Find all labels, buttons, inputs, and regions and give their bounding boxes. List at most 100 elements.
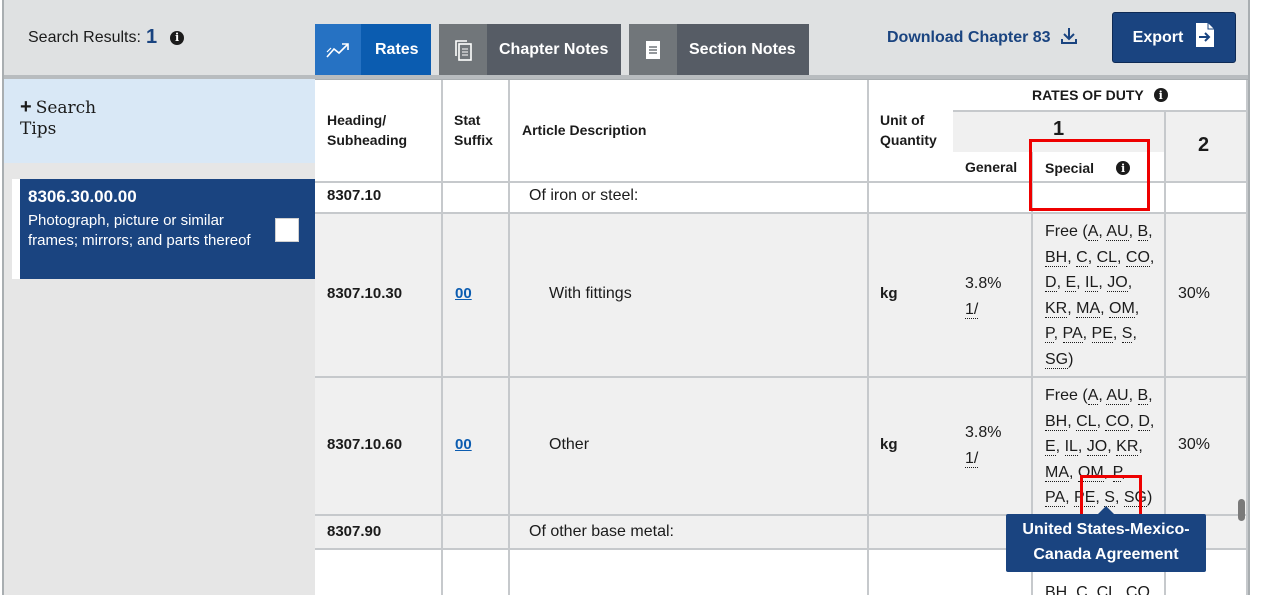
rates-info-icon[interactable]: i <box>1153 88 1168 102</box>
special-program-code[interactable]: BH <box>1045 412 1068 431</box>
special-program-code[interactable]: E <box>1045 438 1056 457</box>
row-description-cell: With fittings <box>510 214 869 378</box>
tab-section-notes[interactable]: Section Notes <box>629 24 809 75</box>
special-line[interactable]: BH, C, CL, CO, <box>1045 245 1154 271</box>
special-program-code[interactable]: D <box>1045 274 1057 293</box>
documents-icon <box>439 24 487 75</box>
special-line[interactable]: Free (A, AU, B, <box>1045 219 1154 245</box>
special-program-code[interactable]: C <box>1076 584 1088 595</box>
row-unit <box>869 183 955 214</box>
special-program-code[interactable]: MA <box>1045 463 1069 482</box>
special-program-code[interactable]: PA <box>1045 489 1066 508</box>
special-line[interactable]: KR, MA, OM, <box>1045 296 1154 322</box>
special-program-code[interactable]: S <box>1121 325 1133 344</box>
special-line[interactable]: BH, CL, CO, D, <box>1045 409 1154 435</box>
row-heading: 8307.10.30 <box>327 285 403 302</box>
row-heading: 8307.90 <box>327 523 382 540</box>
row-description-cell: Other <box>510 378 869 516</box>
special-program-code[interactable]: BH <box>1045 248 1068 267</box>
special-line[interactable]: E, IL, JO, KR, <box>1045 434 1154 460</box>
special-program-code[interactable]: PA <box>1062 325 1083 344</box>
table-row: 8307.10.30 <box>315 214 443 378</box>
special-program-code[interactable]: CO <box>1125 248 1150 267</box>
special-program-code[interactable]: A <box>1087 387 1099 405</box>
special-program-code[interactable]: CO <box>1125 584 1150 595</box>
special-program-code[interactable]: OM <box>1109 299 1135 318</box>
special-program-code[interactable]: CL <box>1096 584 1118 595</box>
special-program-code[interactable]: BH <box>1045 584 1068 595</box>
header-column-2: 2 <box>1166 112 1248 183</box>
stat-suffix-link[interactable]: 00 <box>455 435 472 455</box>
header-heading-line2: Subheading <box>327 132 408 148</box>
special-program-code[interactable]: B <box>1137 223 1149 241</box>
rates-of-duty-label: RATES OF DUTY <box>1032 87 1144 103</box>
search-results-label: Search Results: <box>28 28 141 46</box>
tab-rates-label: Rates <box>375 40 419 58</box>
special-program-code[interactable]: AU <box>1106 387 1129 405</box>
special-line[interactable]: D, E, IL, JO, <box>1045 270 1154 296</box>
special-line[interactable]: SG) <box>1045 347 1154 373</box>
header-stat-suffix: Stat Suffix <box>443 80 510 183</box>
special-program-code[interactable]: IL <box>1064 438 1078 457</box>
search-tips-toggle[interactable]: + Search Tips <box>20 97 96 140</box>
special-program-code[interactable]: AU <box>1106 223 1129 241</box>
table-row: 8307.90 <box>315 516 443 550</box>
special-line[interactable]: Free (A, AU, B, <box>1045 383 1154 409</box>
row-description: Of other base metal: <box>529 523 674 540</box>
row-description: Of iron or steel: <box>529 187 639 204</box>
row-general-cell: 3.8% 1/ <box>953 214 1033 378</box>
plus-icon: + <box>20 96 32 118</box>
stat-suffix-link[interactable]: 00 <box>455 284 472 304</box>
row-heading: 8307.10.60 <box>327 436 403 453</box>
special-program-code[interactable]: JO <box>1086 438 1108 457</box>
row-stat <box>443 516 510 550</box>
row-unit-cell: kg <box>869 378 955 516</box>
card-accent <box>12 179 20 279</box>
general-footnote-link[interactable]: 1/ <box>965 450 979 468</box>
row-unit <box>869 550 955 595</box>
row-unit <box>869 516 955 550</box>
row-description <box>510 550 869 595</box>
row-col2: 30% <box>1178 285 1211 302</box>
header-general: General <box>953 152 1033 183</box>
row-col2: 30% <box>1178 436 1211 453</box>
export-button[interactable]: Export <box>1112 12 1236 63</box>
scrollbar-thumb[interactable] <box>1238 499 1245 521</box>
special-program-code[interactable]: CO <box>1105 412 1130 431</box>
result-card[interactable]: 8306.30.00.00 Photograph, picture or sim… <box>20 179 315 279</box>
special-program-code[interactable]: B <box>1137 387 1149 405</box>
special-program-code[interactable]: CL <box>1096 248 1118 267</box>
result-code: 8306.30.00.00 <box>28 187 137 206</box>
download-chapter-link[interactable]: Download Chapter 83 <box>887 27 1077 49</box>
result-checkbox[interactable] <box>275 218 299 242</box>
general-footnote-link[interactable]: 1/ <box>965 301 979 319</box>
special-program-code[interactable]: SG <box>1045 350 1069 369</box>
special-line[interactable]: P, PA, PE, S, <box>1045 321 1154 347</box>
row-general-cell: 3.8% 1/ <box>953 378 1033 516</box>
tab-chapter-notes-label: Chapter Notes <box>499 40 609 58</box>
info-icon[interactable]: i <box>170 30 185 45</box>
export-file-icon <box>1195 22 1215 53</box>
special-program-code[interactable]: IL <box>1085 274 1099 293</box>
special-program-code[interactable]: D <box>1138 412 1150 431</box>
tab-chapter-notes[interactable]: Chapter Notes <box>439 24 621 75</box>
header-heading-line1: Heading/ <box>327 112 387 128</box>
general-rate: 3.8% <box>965 424 1002 441</box>
special-program-code[interactable]: C <box>1076 248 1088 267</box>
result-description: Photograph, picture or similar frames; m… <box>28 212 251 249</box>
special-program-code[interactable]: KR <box>1045 299 1068 318</box>
special-program-code[interactable]: KR <box>1116 438 1139 457</box>
tab-rates[interactable]: Rates <box>315 24 431 75</box>
special-program-code[interactable]: P <box>1045 325 1054 344</box>
special-program-code[interactable]: JO <box>1107 274 1128 293</box>
special-program-code[interactable]: CL <box>1076 412 1097 431</box>
tooltip-usmca: United States-Mexico-Canada Agreement <box>1006 514 1206 572</box>
special-program-code[interactable]: E <box>1065 274 1077 293</box>
tooltip-arrow <box>1098 506 1114 514</box>
row-heading: 8307.10 <box>327 187 382 204</box>
general-label: General <box>965 159 1018 175</box>
special-program-code[interactable]: PE <box>1091 325 1113 344</box>
special-program-code[interactable]: MA <box>1076 299 1101 318</box>
special-program-code[interactable]: A <box>1087 223 1099 241</box>
special-line[interactable]: BH, C, CL, CO, <box>1045 580 1154 595</box>
